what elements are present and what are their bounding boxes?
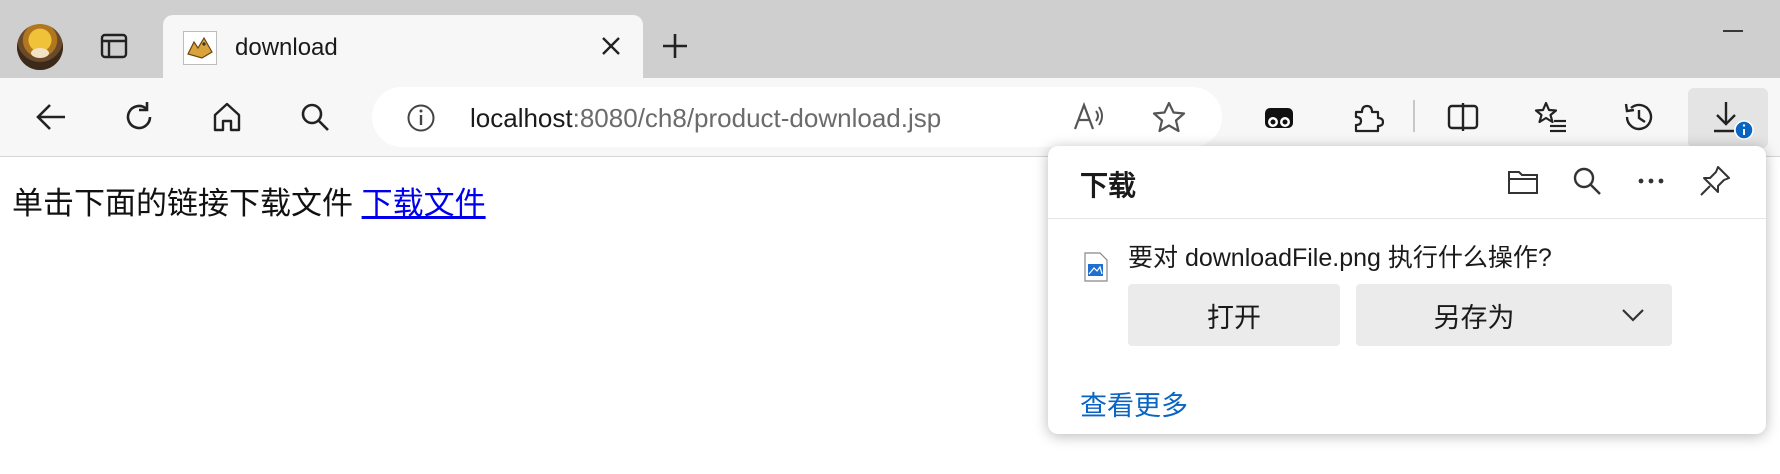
search-icon[interactable] <box>298 100 332 134</box>
back-arrow-icon[interactable] <box>34 100 68 134</box>
open-button[interactable]: 打开 <box>1128 284 1340 346</box>
tab-title: download <box>235 34 338 61</box>
home-icon[interactable] <box>210 100 244 134</box>
minimize-icon[interactable] <box>1720 18 1746 44</box>
folder-icon[interactable] <box>1506 164 1540 198</box>
chevron-down-icon[interactable] <box>1620 302 1646 328</box>
tab-download[interactable]: download <box>163 15 643 78</box>
flyout-title: 下载 <box>1080 170 1137 201</box>
toolbar-divider <box>1413 100 1415 132</box>
download-file-link[interactable]: 下载文件 <box>362 186 486 221</box>
new-tab-icon[interactable] <box>660 31 690 61</box>
url-text[interactable]: localhost:8080/ch8/product-download.jsp <box>470 103 941 134</box>
page-instruction: 单击下面的链接下载文件 <box>12 186 353 221</box>
tomcat-favicon-icon <box>183 31 217 65</box>
search-icon[interactable] <box>1570 164 1604 198</box>
flyout-divider <box>1048 218 1766 219</box>
history-icon[interactable] <box>1622 100 1656 134</box>
image-file-icon <box>1084 252 1108 282</box>
favorites-list-icon[interactable] <box>1534 100 1568 134</box>
pin-icon[interactable] <box>1698 164 1732 198</box>
address-bar[interactable]: localhost:8080/ch8/product-download.jsp <box>372 87 1222 147</box>
url-host: localhost <box>470 103 573 133</box>
refresh-icon[interactable] <box>122 100 156 134</box>
puzzle-icon[interactable] <box>1350 100 1384 134</box>
close-icon[interactable] <box>598 33 624 59</box>
downloads-flyout: 下载 要对 downloadFile.png 执行什么操作? 打开 另存为 查看… <box>1048 146 1766 434</box>
save-as-label: 另存为 <box>1433 302 1515 333</box>
downloads-button[interactable] <box>1688 88 1768 148</box>
see-more-link[interactable]: 查看更多 <box>1080 384 1188 423</box>
info-badge-icon <box>1734 120 1754 140</box>
star-icon[interactable] <box>1152 101 1186 133</box>
url-path: :8080/ch8/product-download.jsp <box>572 103 942 133</box>
info-icon[interactable] <box>406 103 436 133</box>
tab-strip: download <box>0 0 1780 78</box>
more-options-icon[interactable] <box>1634 164 1668 198</box>
open-button-label: 打开 <box>1207 302 1261 333</box>
read-aloud-icon[interactable] <box>1072 101 1106 133</box>
save-as-button[interactable]: 另存为 <box>1356 284 1672 346</box>
profile-avatar[interactable] <box>17 24 63 70</box>
extension-glasses-icon[interactable] <box>1262 100 1296 134</box>
workspaces-icon[interactable] <box>100 32 128 60</box>
split-screen-icon[interactable] <box>1446 100 1480 134</box>
page-body-text: 单击下面的链接下载文件 下载文件 <box>12 178 486 223</box>
download-prompt: 要对 downloadFile.png 执行什么操作? <box>1128 244 1552 272</box>
